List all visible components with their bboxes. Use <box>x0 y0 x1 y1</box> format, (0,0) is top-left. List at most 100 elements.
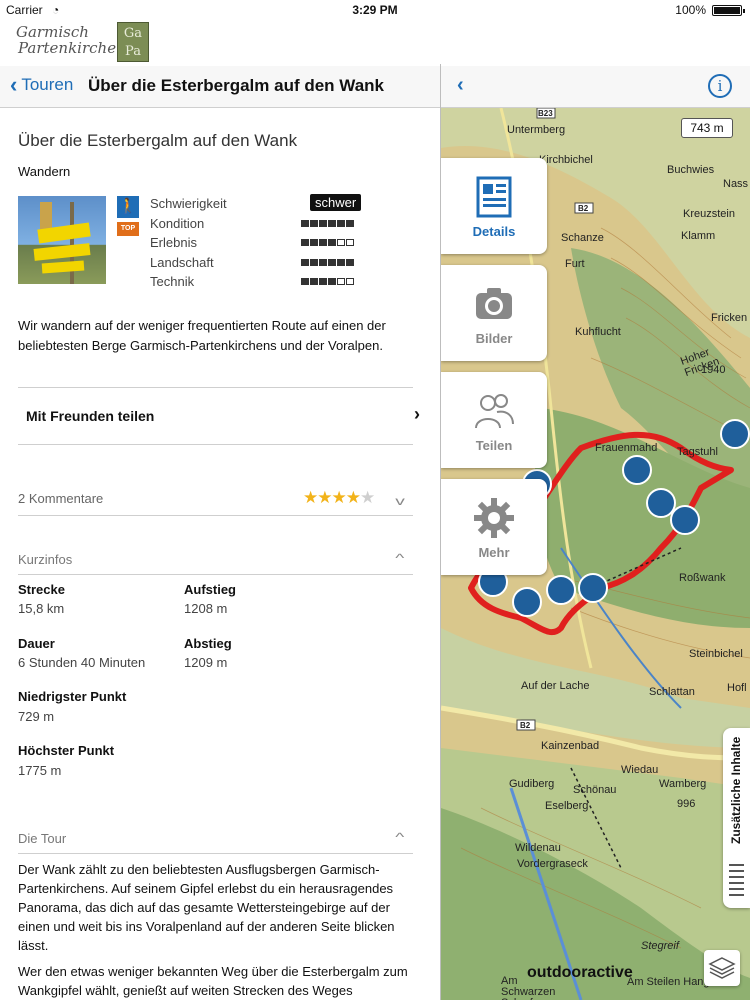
map-label: Tagstuhl <box>677 446 718 458</box>
tab-mehr[interactable]: Mehr <box>441 479 547 575</box>
rating-row: Kondition <box>150 216 364 236</box>
thumb-sign <box>33 243 91 261</box>
map-label: Frauenmahd <box>595 442 658 454</box>
rating-dot <box>319 258 327 266</box>
kurzinfos-label: Kurzinfos <box>18 552 73 567</box>
map-label: 996 <box>677 798 696 810</box>
badge-line-1: Ga <box>123 26 143 41</box>
tab-label: Teilen <box>475 438 513 453</box>
rating-dots <box>301 219 354 227</box>
map-label: Auf der Lache <box>521 680 590 692</box>
map-label: Schanze <box>561 232 604 244</box>
map-label: Eselberg <box>545 800 589 812</box>
info-label: Strecke <box>18 582 65 597</box>
rating-dot <box>301 278 309 286</box>
tour-title: Über die Esterbergalm auf den Wank <box>18 131 298 150</box>
comments-label: 2 Kommentare <box>18 491 104 506</box>
map-nav-bar: ‹ i <box>441 66 750 108</box>
back-label: Touren <box>21 75 74 94</box>
map-label: Kreuzstein <box>683 208 735 220</box>
ratings-table: Schwierigkeit schwer Kondition Erlebnis … <box>150 194 364 294</box>
tour-thumbnail[interactable] <box>18 196 106 284</box>
map-label: Wiedau <box>621 764 659 776</box>
rating-label: Landschaft <box>150 254 214 270</box>
rating-label: Technik <box>150 274 195 290</box>
map-label: Nass <box>723 178 749 190</box>
map-label: Hofl <box>727 682 747 694</box>
rating-dot <box>310 258 318 266</box>
gear-icon <box>474 498 514 538</box>
tab-teilen[interactable]: Teilen <box>441 372 547 468</box>
brand-logo[interactable]: Garmisch Partenkirchen <box>16 24 126 56</box>
rating-dot <box>310 239 318 247</box>
road-label: B2 <box>520 721 531 730</box>
rating-dot <box>346 258 354 266</box>
layers-button[interactable] <box>704 950 740 986</box>
collapse-chevron-icon[interactable]: ‹ <box>457 74 464 97</box>
info-label: Aufstieg <box>184 582 236 597</box>
info-label: Höchster Punkt <box>18 743 115 758</box>
thumb-pole <box>70 202 74 284</box>
info-value: 1208 m <box>184 601 228 616</box>
drawer-grip-icon <box>729 864 744 896</box>
rating-dots <box>301 239 354 247</box>
rating-dot <box>319 239 327 247</box>
map-label: Wamberg <box>659 778 707 790</box>
rating-label: Schwierigkeit <box>150 196 227 211</box>
rating-dot <box>310 278 318 286</box>
info-value: 15,8 km <box>18 601 65 616</box>
info-label: Niedrigster Punkt <box>18 689 127 704</box>
rating-row: Landschaft <box>150 255 364 275</box>
map-label: Gudiberg <box>509 778 555 790</box>
battery-percent: 100% <box>675 3 706 17</box>
rating-dot <box>337 239 345 247</box>
chevron-up-icon: ^ <box>395 830 405 844</box>
back-button[interactable]: ‹ Touren <box>10 72 74 97</box>
map-view[interactable]: Untermberg Kirchbichel Buchwies Nass Kre… <box>441 108 750 1000</box>
map-label: Furt <box>565 258 585 270</box>
rating-dot <box>310 219 318 227</box>
tour-detail-panel: Über die Esterbergalm auf den Wank Wande… <box>0 108 440 1000</box>
thumb-sign <box>41 260 85 274</box>
rating-dot <box>328 219 336 227</box>
extra-content-drawer[interactable]: Zusätzliche Inhalte <box>723 728 750 908</box>
chevron-up-icon: ^ <box>395 551 405 565</box>
divider <box>18 515 413 516</box>
info-icon[interactable]: i <box>708 74 732 98</box>
map-label: 1940 <box>701 364 726 376</box>
tab-label: Mehr <box>478 545 510 560</box>
rating-label: Erlebnis <box>150 235 197 251</box>
tab-details[interactable]: Details <box>441 158 547 254</box>
map-label: Steinbichel <box>689 648 743 660</box>
tab-label: Details <box>472 224 516 239</box>
chevron-left-icon: ‹ <box>10 72 18 97</box>
map-label: Klamm <box>681 230 716 242</box>
map-label: Schönau <box>573 784 617 796</box>
map-label: Kainzenbad <box>541 740 600 752</box>
map-label: Wildenau <box>515 842 561 854</box>
divider <box>18 574 413 575</box>
rating-row: Technik <box>150 274 364 294</box>
tour-category: Wandern <box>18 164 71 179</box>
rating-dot <box>319 278 327 286</box>
status-bar: Carrier ◔ 3:29 PM 100% <box>0 0 750 20</box>
map-label: Roßwank <box>679 572 726 584</box>
rating-dot <box>328 278 336 286</box>
map-label: Stegreif <box>641 940 679 952</box>
outdooractive-watermark: outdooractive <box>527 964 633 981</box>
info-value: 729 m <box>18 709 55 724</box>
logo-line-2: Partenkirchen <box>18 39 126 57</box>
rating-row: Erlebnis <box>150 235 364 255</box>
badge-line-2: Pa <box>125 44 141 59</box>
detail-nav-bar: ‹ Touren Über die Esterbergalm auf den W… <box>0 66 440 108</box>
people-icon <box>475 394 514 429</box>
share-label: Mit Freunden teilen <box>26 408 155 424</box>
tab-label: Bilder <box>475 331 513 346</box>
info-label: Dauer <box>18 636 55 651</box>
divider <box>18 444 413 445</box>
difficulty-badge: schwer <box>310 194 362 211</box>
star-icon: ★ <box>317 488 332 507</box>
divider <box>18 387 413 388</box>
tab-bilder[interactable]: Bilder <box>441 265 547 361</box>
rating-dot <box>346 278 354 286</box>
